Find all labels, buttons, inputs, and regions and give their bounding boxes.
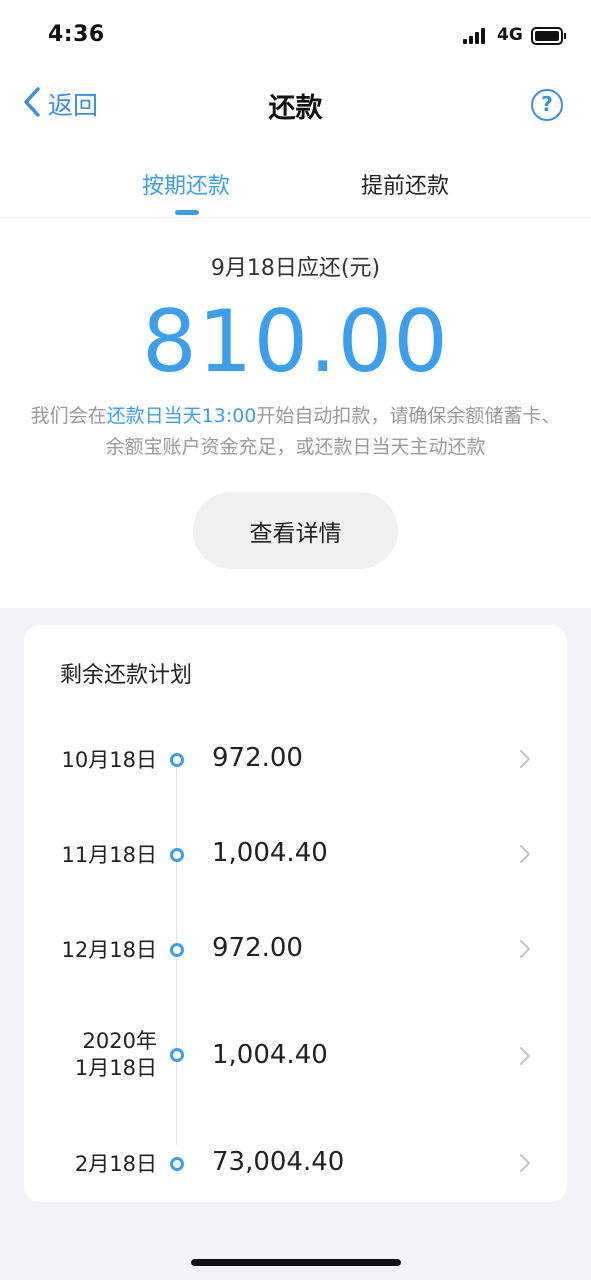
network-label: 4G <box>497 25 523 45</box>
notice-prefix: 我们会在 <box>30 405 107 427</box>
help-icon[interactable]: ? <box>531 89 563 121</box>
tab-early-repayment[interactable]: 提前还款 <box>335 168 475 200</box>
plan-row[interactable]: 2月18日 73,004.40 <box>24 1147 567 1197</box>
app-root: 4:36 4G 返回 还款 ? 按期还款 提前还款 9月18日应还(元) 810… <box>0 0 591 1280</box>
chevron-right-icon <box>519 1046 531 1066</box>
plan-row[interactable]: 12月18日 972.00 <box>24 933 567 993</box>
back-button[interactable]: 返回 <box>22 86 98 122</box>
battery-icon <box>531 27 566 45</box>
plan-row-date: 10月18日 <box>61 748 157 772</box>
tab-bar: 按期还款 提前还款 <box>0 160 591 218</box>
back-label: 返回 <box>48 91 99 120</box>
chevron-right-icon <box>519 844 531 864</box>
plan-row-date: 11月18日 <box>61 843 157 867</box>
chevron-right-icon <box>519 1153 531 1173</box>
chevron-left-icon <box>22 86 42 122</box>
repayment-plan-card: 剩余还款计划 10月18日 972.00 11月18日 1,004.40 12月… <box>24 625 567 1202</box>
plan-row-date: 2020年 1月18日 <box>74 1029 157 1080</box>
plan-row-amount: 972.00 <box>212 933 303 963</box>
plan-row-date: 12月18日 <box>61 938 157 962</box>
plan-row-amount: 1,004.40 <box>212 1040 328 1070</box>
timeline-dot <box>170 753 184 767</box>
status-bar: 4:36 4G <box>0 0 591 70</box>
notice-highlight: 还款日当天13:00 <box>106 405 257 427</box>
view-details-button[interactable]: 查看详情 <box>193 492 398 569</box>
plan-row[interactable]: 11月18日 1,004.40 <box>24 838 567 898</box>
tab-indicator <box>175 210 199 215</box>
plan-row-amount: 972.00 <box>212 743 303 773</box>
tab-scheduled-repayment[interactable]: 按期还款 <box>116 168 256 200</box>
timeline-dot <box>170 1157 184 1171</box>
chevron-right-icon <box>519 939 531 959</box>
plan-row[interactable]: 2020年 1月18日 1,004.40 <box>24 1025 567 1095</box>
home-indicator <box>191 1259 401 1266</box>
signal-icon <box>463 28 489 44</box>
timeline-dot <box>170 1048 184 1062</box>
timeline-dot <box>170 943 184 957</box>
plan-row[interactable]: 10月18日 972.00 <box>24 743 567 803</box>
timeline-dot <box>170 848 184 862</box>
due-date-label: 9月18日应还(元) <box>210 256 381 281</box>
plan-row-amount: 73,004.40 <box>212 1147 345 1177</box>
plan-row-amount: 1,004.40 <box>212 838 328 868</box>
plan-title: 剩余还款计划 <box>60 663 193 688</box>
plan-row-date: 2月18日 <box>74 1152 157 1176</box>
due-amount: 810.00 <box>142 292 449 392</box>
autopay-notice: 我们会在还款日当天13:00开始自动扣款，请确保余额储蓄卡、余额宝账户资金充足，… <box>30 401 561 463</box>
status-time: 4:36 <box>48 22 105 47</box>
chevron-right-icon <box>519 749 531 769</box>
